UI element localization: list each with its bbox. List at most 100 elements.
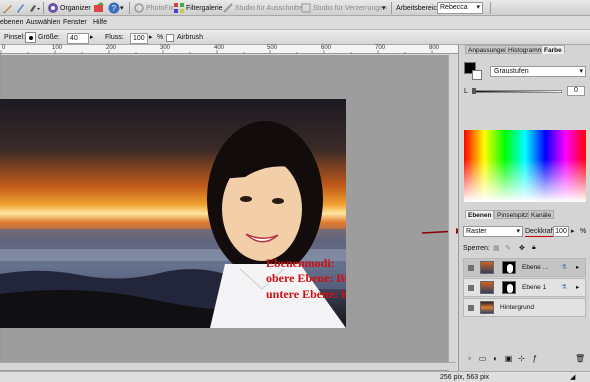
status-dimensions: 256 pix, 563 pix bbox=[440, 374, 490, 381]
horizontal-scrollbar[interactable] bbox=[0, 362, 456, 370]
svg-text:?: ? bbox=[112, 4, 117, 13]
annotation-line-3: untere Ebene: hartes Licht bbox=[266, 287, 346, 301]
workspace-label: Arbeitsbereich: bbox=[396, 5, 443, 12]
tool-menu-icon[interactable] bbox=[28, 2, 40, 14]
chevron-down-icon: ▾ bbox=[579, 68, 583, 75]
vertical-scrollbar[interactable] bbox=[448, 55, 456, 371]
add-mask-icon[interactable]: ▣ bbox=[504, 354, 513, 363]
l-value-input[interactable]: 0 bbox=[567, 86, 585, 96]
pencil-tool-icon[interactable] bbox=[2, 2, 14, 14]
background-color-swatch[interactable] bbox=[472, 70, 482, 80]
help-icon[interactable]: ? bbox=[108, 2, 120, 14]
lock-all-icon[interactable]: 🔒︎ bbox=[532, 244, 536, 252]
lock-image-icon[interactable]: ✎ bbox=[505, 244, 511, 252]
workspace-select[interactable]: Rebecca ▾ bbox=[437, 2, 483, 14]
lock-transparency-icon[interactable]: ▦ bbox=[493, 244, 500, 252]
tab-ebenen[interactable]: Ebenen bbox=[465, 210, 495, 219]
airbrush-checkbox[interactable] bbox=[166, 34, 174, 42]
new-group-icon[interactable]: ▭ bbox=[478, 354, 487, 363]
tab-kanaele[interactable]: Kanäle bbox=[528, 210, 555, 219]
lock-position-icon[interactable]: ✥ bbox=[519, 244, 525, 252]
filtergalerie-button[interactable]: Filtergalerie bbox=[186, 3, 223, 14]
layer-expand-icon[interactable]: ▸ bbox=[576, 283, 579, 292]
l-slider-handle[interactable] bbox=[472, 88, 476, 94]
flow-input[interactable]: 100 bbox=[130, 33, 148, 44]
size-arrow-icon[interactable]: ▸ bbox=[90, 33, 94, 43]
brush-label: Pinsel: bbox=[4, 34, 26, 41]
brush-tool-icon[interactable] bbox=[14, 2, 26, 14]
layer-fx-icon[interactable]: ⚗ bbox=[561, 283, 567, 292]
document-image[interactable]: Ebenenmodi: obere Ebene: Bildschirm unte… bbox=[0, 99, 346, 328]
lock-label: Sperren: bbox=[463, 245, 490, 252]
share-icon[interactable] bbox=[93, 2, 105, 14]
opacity-arrow-icon[interactable]: ▸ bbox=[571, 227, 575, 236]
tab-farbe[interactable]: Farbe bbox=[541, 45, 565, 54]
color-spectrum[interactable] bbox=[464, 130, 586, 202]
layer-thumbnail bbox=[480, 301, 494, 314]
warp-studio-icon[interactable] bbox=[300, 2, 312, 14]
link-icon[interactable]: ⊹ bbox=[517, 354, 526, 363]
status-bar: 256 pix, 563 pix ◢ bbox=[0, 371, 590, 382]
help-dropdown-arrow[interactable]: ▾ bbox=[120, 3, 124, 14]
menu-hilfe[interactable]: Hilfe bbox=[93, 17, 107, 28]
color-mode-select[interactable]: Graustufen ▾ bbox=[490, 66, 586, 77]
studio-verzerrungen-button[interactable]: Studio für Verzerrungen bbox=[313, 3, 387, 14]
layer-thumbnail bbox=[480, 261, 494, 274]
ruler-ticks bbox=[0, 50, 433, 54]
layer-row[interactable]: Ebene ... ⚗ ▸ bbox=[463, 258, 586, 277]
photofix-button[interactable]: PhotoFix bbox=[146, 3, 174, 14]
tab-anpassungen[interactable]: Anpassungen bbox=[465, 45, 511, 54]
color-mode-value: Graustufen bbox=[494, 68, 529, 75]
layer-name: Ebene ... bbox=[522, 264, 549, 271]
layer-thumbnail bbox=[480, 281, 494, 294]
blend-mode-select[interactable]: Raster ▾ bbox=[463, 226, 523, 237]
menu-auswaehlen[interactable]: Auswählen bbox=[26, 17, 60, 28]
brush-preset-picker[interactable] bbox=[25, 32, 36, 43]
flow-label: Fluss: bbox=[105, 34, 124, 41]
layer-name: Hintergrund bbox=[500, 304, 534, 311]
annotation-line-2: obere Ebene: Bildschirm bbox=[266, 271, 346, 285]
size-input[interactable]: 40 bbox=[67, 33, 89, 44]
brush-dot-icon bbox=[29, 36, 33, 40]
new-layer-icon[interactable]: ▫ bbox=[465, 354, 474, 363]
trash-icon[interactable]: 🗑︎ bbox=[575, 354, 585, 363]
adjustment-layer-icon[interactable]: ◐ bbox=[491, 354, 500, 363]
size-label: Größe: bbox=[38, 34, 60, 41]
separator bbox=[391, 2, 392, 14]
chevron-down-icon: ▾ bbox=[516, 228, 520, 235]
separator bbox=[490, 2, 491, 14]
photofix-icon[interactable] bbox=[133, 2, 145, 14]
menu-fenster[interactable]: Fenster bbox=[63, 17, 87, 28]
organizer-icon[interactable] bbox=[47, 2, 59, 14]
layer-expand-icon[interactable]: ▸ bbox=[576, 263, 579, 272]
horizontal-ruler: 0 100 200 300 400 500 600 700 800 bbox=[0, 45, 458, 54]
resize-grip-icon[interactable]: ◢ bbox=[570, 373, 575, 382]
annotation-line-1: Ebenenmodi: bbox=[266, 256, 335, 270]
filter-gallery-icon[interactable] bbox=[173, 2, 185, 14]
l-slider-label: L bbox=[464, 88, 468, 95]
organizer-button[interactable]: Organizer bbox=[60, 3, 91, 14]
menu-ebenen[interactable]: ebenen bbox=[0, 17, 23, 28]
l-slider[interactable] bbox=[472, 90, 562, 93]
opacity-unit: % bbox=[580, 228, 587, 235]
cutout-studio-icon[interactable] bbox=[222, 2, 234, 14]
workspace-value: Rebecca bbox=[440, 4, 468, 11]
toolbar-dropdown-arrow[interactable]: ▾ bbox=[382, 3, 386, 14]
flow-arrow-icon[interactable]: ▸ bbox=[149, 33, 153, 43]
layer-visibility-icon[interactable] bbox=[468, 265, 474, 271]
fx-icon[interactable]: ƒ bbox=[530, 354, 539, 363]
layer-row[interactable]: Hintergrund bbox=[463, 298, 586, 317]
layer-mask-thumbnail bbox=[502, 281, 516, 294]
tab-histogramm[interactable]: Histogramm bbox=[505, 45, 547, 54]
opacity-input[interactable]: 100 bbox=[553, 226, 569, 237]
separator bbox=[43, 2, 44, 14]
menu-bar: ebenen Auswählen Fenster Hilfe bbox=[0, 17, 590, 28]
studio-ausschnitte-button[interactable]: Studio für Ausschnitte bbox=[235, 3, 303, 14]
opacity-label: Deckkraft: bbox=[525, 228, 557, 237]
layer-row[interactable]: Ebene 1 ⚗ ▸ bbox=[463, 278, 586, 297]
layer-fx-icon[interactable]: ⚗ bbox=[561, 263, 567, 272]
flow-unit: % bbox=[157, 34, 164, 41]
layer-visibility-icon[interactable] bbox=[468, 305, 474, 311]
layer-visibility-icon[interactable] bbox=[468, 285, 474, 291]
layer-name: Ebene 1 bbox=[522, 284, 547, 291]
